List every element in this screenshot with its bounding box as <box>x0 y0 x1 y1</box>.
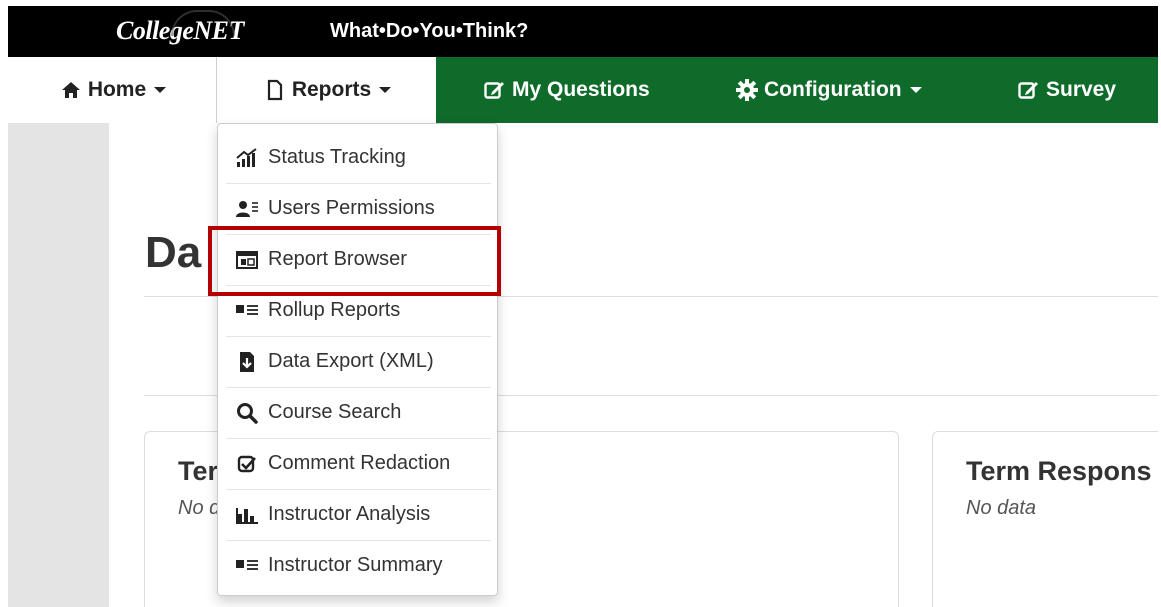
chevron-down-icon <box>154 87 167 93</box>
list-icon <box>235 301 259 321</box>
menu-item-instructor-analysis[interactable]: Instructor Analysis <box>218 489 499 540</box>
menu-item-label: Data Export (XML) <box>268 350 434 372</box>
document-icon <box>262 79 288 101</box>
nav-configuration[interactable]: Configuration <box>734 57 922 123</box>
menu-item-label: Status Tracking <box>268 146 406 168</box>
left-sidebar <box>8 123 109 607</box>
menu-item-label: Instructor Analysis <box>268 503 431 525</box>
bar-chart-icon <box>235 505 259 525</box>
chevron-down-icon <box>379 87 392 93</box>
nav-configuration-label: Configuration <box>764 78 902 101</box>
nav-reports[interactable]: Reports <box>217 57 436 123</box>
panel-no-data: No data <box>966 497 1037 519</box>
chevron-down-icon <box>909 87 922 93</box>
collegenet-logo[interactable]: CollegeNET <box>116 10 244 46</box>
panel-title: Ter <box>178 456 219 486</box>
menu-item-label: Course Search <box>268 401 402 423</box>
file-download-icon <box>235 351 259 372</box>
panel-no-data: No d <box>178 497 221 519</box>
nav-my-questions-label: My Questions <box>512 78 650 101</box>
menu-item-label: Instructor Summary <box>268 554 443 576</box>
term-responses-panel: Term Respons No data <box>932 431 1158 607</box>
menu-item-course-search[interactable]: Course Search <box>218 387 499 438</box>
menu-item-data-export[interactable]: Data Export (XML) <box>218 336 499 387</box>
app-tagline: What•Do•You•Think? <box>330 20 529 42</box>
nav-reports-label: Reports <box>291 78 372 101</box>
gear-icon <box>734 79 760 101</box>
highlight-box <box>208 226 501 296</box>
user-list-icon <box>235 199 259 219</box>
search-icon <box>235 402 259 424</box>
globe-icon <box>171 10 235 36</box>
brand-bar: CollegeNET What•Do•You•Think? <box>8 6 1158 57</box>
menu-item-label: Users Permissions <box>268 197 435 219</box>
menu-item-status-tracking[interactable]: Status Tracking <box>218 132 499 183</box>
edit-icon <box>1016 80 1042 100</box>
nav-home-label: Home <box>87 78 147 101</box>
menu-item-label: Rollup Reports <box>268 299 401 321</box>
nav-home[interactable]: Home <box>8 57 216 123</box>
check-square-icon <box>235 454 259 474</box>
menu-item-comment-redaction[interactable]: Comment Redaction <box>218 438 499 489</box>
nav-divider <box>216 57 217 123</box>
list-icon <box>235 556 259 576</box>
home-icon <box>58 81 84 99</box>
menu-item-label: Comment Redaction <box>268 452 451 474</box>
reports-dropdown-menu: Status Tracking Users Permissions Report… <box>217 123 498 596</box>
nav-survey-label: Survey <box>1046 78 1117 101</box>
page-title: Da <box>145 228 202 277</box>
main-nav: Home Reports My Questions Configuration <box>8 57 1158 123</box>
app-frame: CollegeNET What•Do•You•Think? Home Repor… <box>8 6 1158 607</box>
status-chart-icon <box>235 147 259 168</box>
nav-survey[interactable]: Survey <box>1016 57 1116 123</box>
panel-title: Term Respons <box>966 456 1152 486</box>
menu-item-instructor-summary[interactable]: Instructor Summary <box>218 540 499 591</box>
nav-my-questions[interactable]: My Questions <box>482 57 650 123</box>
edit-icon <box>482 80 508 100</box>
